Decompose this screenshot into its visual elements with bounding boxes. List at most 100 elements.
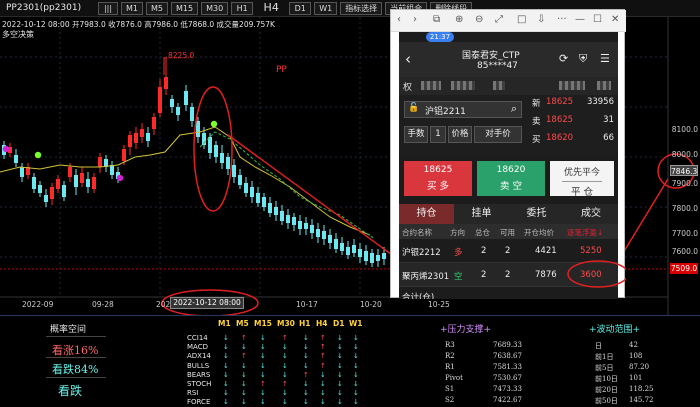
- arrow-down-icon: ↓: [337, 380, 343, 388]
- status-time: 21:37: [426, 32, 454, 42]
- timeframe-m1-button[interactable]: M1: [121, 1, 143, 15]
- qty-input[interactable]: 1: [430, 126, 446, 143]
- arrow-down-icon: ↓: [337, 343, 343, 352]
- arrow-up-icon: ↑: [303, 370, 309, 379]
- back-icon[interactable]: ‹: [397, 14, 401, 25]
- probability-title: 概率空间: [50, 325, 87, 335]
- shield-icon[interactable]: ⛨: [579, 52, 587, 66]
- candle-body: [110, 165, 114, 175]
- candle-body: [304, 223, 308, 229]
- search-icon[interactable]: ⌕: [511, 102, 517, 116]
- range-row: 前20日 118.25: [595, 385, 654, 394]
- account-tab-strip: 权: [399, 77, 618, 95]
- indicator-name: ADX14: [187, 352, 211, 361]
- position-direction: 多: [454, 248, 463, 258]
- candle-body: [164, 77, 168, 89]
- timeframe-w1-button[interactable]: W1: [314, 1, 338, 15]
- candle-body: [134, 133, 138, 143]
- fit-icon[interactable]: ⤢: [495, 14, 503, 25]
- timeframe-m30-button[interactable]: M30: [201, 1, 229, 15]
- arrow-down-icon: ↓: [282, 361, 288, 370]
- timeframe-h1-button[interactable]: H1: [231, 1, 254, 15]
- lock-icon: 🔓: [408, 103, 420, 113]
- arrow-down-icon: ↓: [320, 370, 326, 379]
- candle-body: [220, 153, 224, 163]
- arrow-down-icon: ↓: [337, 370, 343, 379]
- range-title: +波动范围+: [589, 325, 641, 335]
- candle-body: [14, 155, 18, 163]
- broker-name[interactable]: 国泰君安_CTP: [462, 48, 520, 61]
- arrow-down-icon: ↓: [241, 389, 247, 398]
- tab-rights[interactable]: 权: [403, 80, 412, 93]
- range-row: 前50日 145.72: [595, 396, 654, 405]
- candle-body: [176, 107, 180, 115]
- arrow-up-icon: ↑: [282, 334, 288, 342]
- maximize-icon[interactable]: ☐: [593, 14, 602, 25]
- candle-body: [122, 149, 126, 161]
- forward-icon[interactable]: ›: [413, 14, 417, 25]
- sell-short-button[interactable]: 18620 卖 空: [477, 161, 545, 196]
- table-row[interactable]: 沪银2212 多 2 2 4421 5250: [399, 239, 618, 263]
- symbol-selector[interactable]: PP2301(pp2301): [0, 3, 98, 13]
- arrow-up-icon: ↑: [282, 380, 288, 388]
- position-available: 2: [505, 270, 511, 280]
- timeframe-m5-button[interactable]: M5: [146, 1, 168, 15]
- download-icon[interactable]: ⇩: [537, 14, 545, 25]
- arrow-down-icon: ↓: [353, 389, 359, 398]
- arrow-down-icon: ↓: [260, 389, 266, 398]
- arrow-down-icon: ↓: [260, 370, 266, 379]
- zoom-button[interactable]: |||: [98, 1, 118, 15]
- col-float-pnl[interactable]: 逐笔浮盈↓: [567, 227, 603, 238]
- tf-header: W1: [349, 319, 363, 328]
- zoom-out-icon[interactable]: ⊖: [475, 14, 483, 25]
- pivot-row: R3 7689.33: [445, 341, 522, 349]
- candle-body: [358, 249, 362, 257]
- position-name: 沪银2212: [402, 248, 441, 258]
- symbol-watermark: PP: [276, 65, 287, 75]
- timeframe-d1-button[interactable]: D1: [289, 1, 312, 15]
- close-position-button[interactable]: 优先平今平 仓: [550, 161, 614, 198]
- close-icon[interactable]: ✕: [611, 14, 619, 25]
- candle-body: [274, 207, 278, 215]
- timeframe-m15-button[interactable]: M15: [171, 1, 199, 15]
- indicator-select-button[interactable]: 指标选择: [340, 1, 383, 15]
- arrow-down-icon: ↓: [241, 398, 247, 407]
- price-tick: 7600.0: [671, 247, 698, 256]
- table-row[interactable]: 聚丙烯2301 空 2 2 7876 3600: [399, 263, 618, 287]
- candle-body: [190, 107, 194, 121]
- buy-long-button[interactable]: 18625 买 多: [404, 161, 472, 196]
- minimize-icon[interactable]: —: [575, 14, 585, 25]
- zoom-in-icon[interactable]: ⊕: [455, 14, 463, 25]
- tab-trades[interactable]: 成交: [564, 204, 618, 224]
- candle-body: [340, 243, 344, 251]
- arrow-down-icon: ↓: [223, 389, 229, 398]
- masked-text: [421, 81, 441, 90]
- range-row: 日 42: [595, 341, 638, 350]
- refresh-icon[interactable]: ⟳: [559, 52, 568, 65]
- position-avg-price: 7876: [535, 270, 557, 280]
- frame-icon[interactable]: □: [517, 14, 526, 25]
- range-row: 前10日 101: [595, 374, 643, 383]
- tab-orders[interactable]: 委托: [509, 204, 564, 224]
- back-icon[interactable]: ‹: [405, 50, 411, 68]
- candle-body: [128, 135, 132, 147]
- price-tick: 7900.0: [671, 179, 698, 188]
- screenshot-icon[interactable]: ⧉: [433, 14, 440, 25]
- more-icon[interactable]: ···: [557, 14, 567, 25]
- table-row[interactable]: 合计(仓): [399, 287, 618, 299]
- price-tick: 7700.0: [671, 229, 698, 238]
- contract-selector[interactable]: 🔓 沪铝2211 ⌕: [404, 101, 522, 118]
- candle-body: [74, 175, 78, 187]
- price-mode-select[interactable]: 对手价: [474, 126, 522, 143]
- indicator-name: BULLS: [187, 361, 210, 370]
- tab-positions[interactable]: 持仓: [399, 204, 454, 224]
- date-tick: 10-17: [296, 300, 318, 309]
- tf-header: M5: [236, 319, 249, 328]
- arrow-down-icon: ↓: [241, 361, 247, 370]
- tab-pending[interactable]: 挂单: [454, 204, 509, 224]
- phone-screen: 21:37 ‹ 国泰君安_CTP 85****47 ⟳ ⛨ ☰ 权 🔓 沪铝22…: [399, 32, 618, 299]
- arrow-down-icon: ↓: [260, 352, 266, 361]
- menu-icon[interactable]: ☰: [600, 52, 610, 65]
- timeframe-h4-button[interactable]: H4: [256, 2, 286, 15]
- masked-text: [559, 81, 585, 90]
